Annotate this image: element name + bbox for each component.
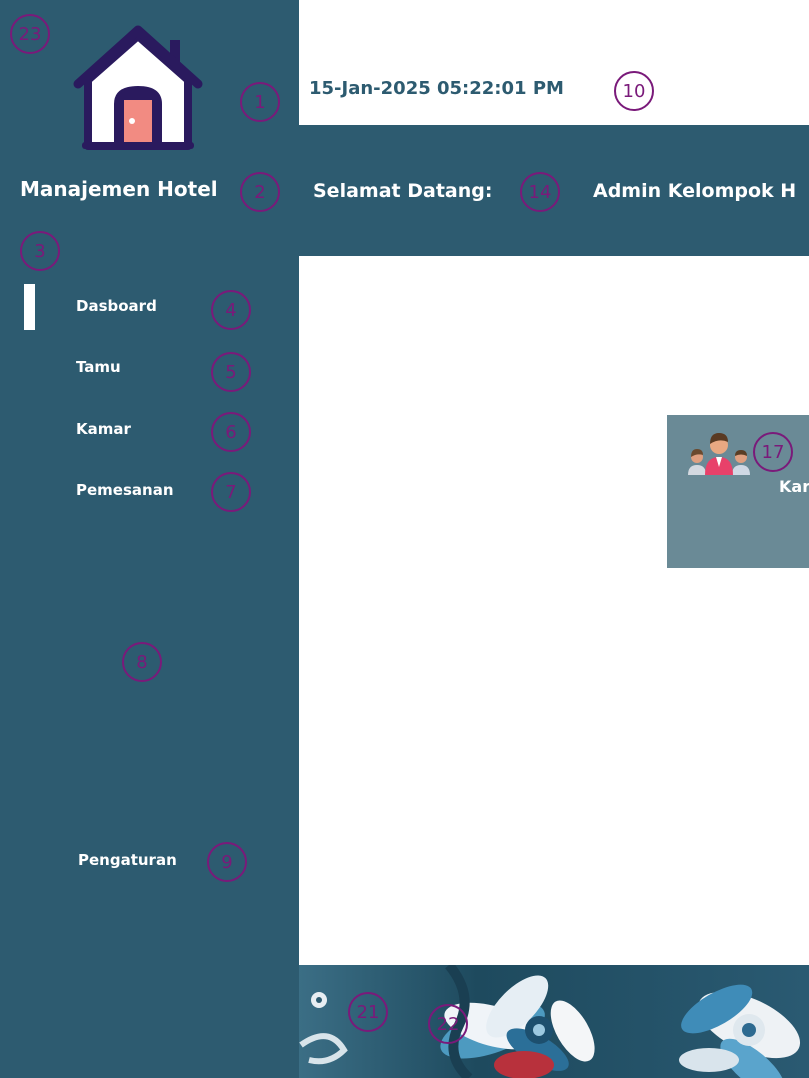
- annotation-marker: 2: [240, 172, 280, 212]
- annotation-marker: 17: [753, 432, 793, 472]
- active-nav-indicator: [24, 284, 35, 330]
- top-bar: 15-Jan-2025 05:22:01 PM: [299, 0, 809, 125]
- annotation-marker: 14: [520, 172, 560, 212]
- annotation-marker: 21: [348, 992, 388, 1032]
- annotation-marker: 22: [428, 1004, 468, 1044]
- main-content: Kar: [299, 256, 809, 965]
- datetime-display: 15-Jan-2025 05:22:01 PM: [309, 78, 564, 99]
- card-label: Kar: [779, 477, 809, 496]
- annotation-marker: 8: [122, 642, 162, 682]
- sidebar-item-dasboard[interactable]: Dasboard: [76, 297, 157, 315]
- sidebar: Manajemen Hotel Dasboard Tamu Kamar Peme…: [0, 0, 299, 1078]
- annotation-marker: 6: [211, 412, 251, 452]
- sidebar-item-tamu[interactable]: Tamu: [76, 358, 121, 376]
- annotation-marker: 5: [211, 352, 251, 392]
- app-title: Manajemen Hotel: [20, 177, 218, 201]
- sidebar-item-pengaturan[interactable]: Pengaturan: [78, 851, 177, 869]
- welcome-label: Selamat Datang:: [313, 180, 493, 202]
- house-icon: [72, 22, 204, 154]
- annotation-marker: 7: [211, 472, 251, 512]
- annotation-marker: 4: [211, 290, 251, 330]
- annotation-marker: 1: [240, 82, 280, 122]
- sidebar-item-kamar[interactable]: Kamar: [76, 420, 131, 438]
- annotation-marker: 10: [614, 71, 654, 111]
- people-icon: [685, 427, 753, 477]
- user-name: Admin Kelompok H: [593, 180, 797, 202]
- annotation-marker: 9: [207, 842, 247, 882]
- annotation-marker: 23: [10, 14, 50, 54]
- sidebar-item-pemesanan[interactable]: Pemesanan: [76, 481, 174, 499]
- annotation-marker: 3: [20, 231, 60, 271]
